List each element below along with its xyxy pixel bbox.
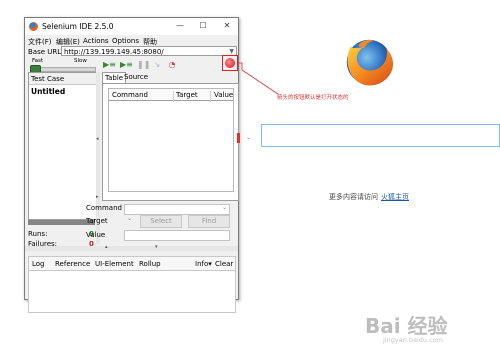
step-icon[interactable]: ↘ <box>151 59 163 70</box>
window-title: Selenium IDE 2.5.0 <box>42 22 114 31</box>
column-target[interactable]: Target <box>176 91 198 99</box>
selenium-ide-window: Selenium IDE 2.5.0 — ☐ ✕ 文件(F) 编辑(E) Act… <box>24 17 239 313</box>
target-dropdown-icon[interactable]: ⌄ <box>127 215 137 225</box>
clear-button[interactable]: Clear <box>215 260 233 268</box>
base-url-label: Base URL <box>28 48 62 56</box>
horizontal-splitter[interactable]: ▴ ▾ <box>25 244 238 251</box>
search-input[interactable] <box>261 124 500 147</box>
minimize-button[interactable]: — <box>174 20 186 32</box>
menu-options[interactable]: Options <box>112 37 139 45</box>
progress-bar <box>28 220 95 225</box>
play-test-icon[interactable]: ▶≡ <box>120 59 133 70</box>
firefox-logo <box>346 39 394 86</box>
watermark-url: jingyan.baidu.com <box>383 336 443 344</box>
tab-log[interactable]: Log <box>32 260 45 268</box>
splitter-down-icon[interactable]: ▾ <box>155 244 158 250</box>
command-combo[interactable]: ⌄ <box>124 204 230 215</box>
side-marker <box>237 133 240 143</box>
log-area[interactable] <box>28 270 236 313</box>
more-content-text: 更多内容请访问 <box>329 193 378 201</box>
firefox-home-link[interactable]: 火狐主页 <box>381 192 409 202</box>
tab-rollup[interactable]: Rollup <box>139 260 161 268</box>
tab-reference[interactable]: Reference <box>55 260 90 268</box>
column-divider <box>210 91 211 102</box>
value-label: Value <box>86 231 106 239</box>
tab-ui-element[interactable]: UI-Element <box>95 260 134 268</box>
find-button[interactable]: Find <box>188 215 230 228</box>
annotation-text: 箭头的按钮默认是打开状态的 <box>277 95 349 101</box>
info-dropdown[interactable]: Info▾ <box>195 260 212 268</box>
base-url-value: http://139.199.149.45:8080/ <box>64 48 164 56</box>
menu-file[interactable]: 文件(F) <box>28 37 52 47</box>
test-case-header: Test Case <box>29 73 96 85</box>
pause-icon[interactable]: ❚❚ <box>137 59 150 70</box>
firefox-app-icon <box>29 22 38 31</box>
command-label: Command <box>86 204 122 212</box>
tab-source[interactable]: Source <box>122 72 150 83</box>
menu-actions[interactable]: Actions <box>83 37 109 45</box>
chevron-down-icon[interactable]: ⌄ <box>222 204 227 211</box>
runs-label: Runs: <box>28 230 48 238</box>
command-table[interactable]: Command Target Value <box>108 88 234 192</box>
maximize-button[interactable]: ☐ <box>197 20 209 32</box>
speed-fast-label: Fast <box>32 58 44 64</box>
column-command[interactable]: Command <box>112 91 148 99</box>
splitter-left-icon[interactable]: ◂ <box>96 136 99 142</box>
title-bar[interactable]: Selenium IDE 2.5.0 — ☐ ✕ <box>25 18 238 35</box>
splitter-up-icon[interactable]: ▴ <box>105 244 108 250</box>
splitter-right-icon[interactable]: ▸ <box>96 194 99 200</box>
playback-toolbar: ▶≡ ▶≡ ❚❚ ↘ ◔ <box>102 58 237 72</box>
column-divider <box>173 91 174 102</box>
base-url-input[interactable]: http://139.199.149.45:8080/ ▼ <box>61 46 237 56</box>
command-panel: Command Target Value <box>102 83 239 201</box>
baidu-watermark: Bai 经验 <box>365 314 448 338</box>
rollup-icon[interactable]: ◔ <box>166 59 178 70</box>
test-case-item[interactable]: Untitled <box>31 87 65 96</box>
close-button[interactable]: ✕ <box>221 20 233 32</box>
menu-bar: 文件(F) 编辑(E) Actions Options 帮助 <box>25 36 238 46</box>
chevron-down-icon[interactable]: ⌄ <box>246 134 251 141</box>
test-case-pane: Test Case Untitled <box>28 72 97 220</box>
test-case-header-label: Test Case <box>31 75 65 83</box>
speed-slow-label: Slow <box>74 58 87 64</box>
select-button[interactable]: Select <box>140 215 182 228</box>
play-suite-icon[interactable]: ▶≡ <box>103 59 116 70</box>
bottom-tabs: Log Reference UI-Element Rollup Info▾ Cl… <box>28 256 236 271</box>
command-table-header: Command Target Value <box>109 89 233 102</box>
target-label: Target <box>86 217 108 225</box>
value-input[interactable] <box>124 230 230 241</box>
